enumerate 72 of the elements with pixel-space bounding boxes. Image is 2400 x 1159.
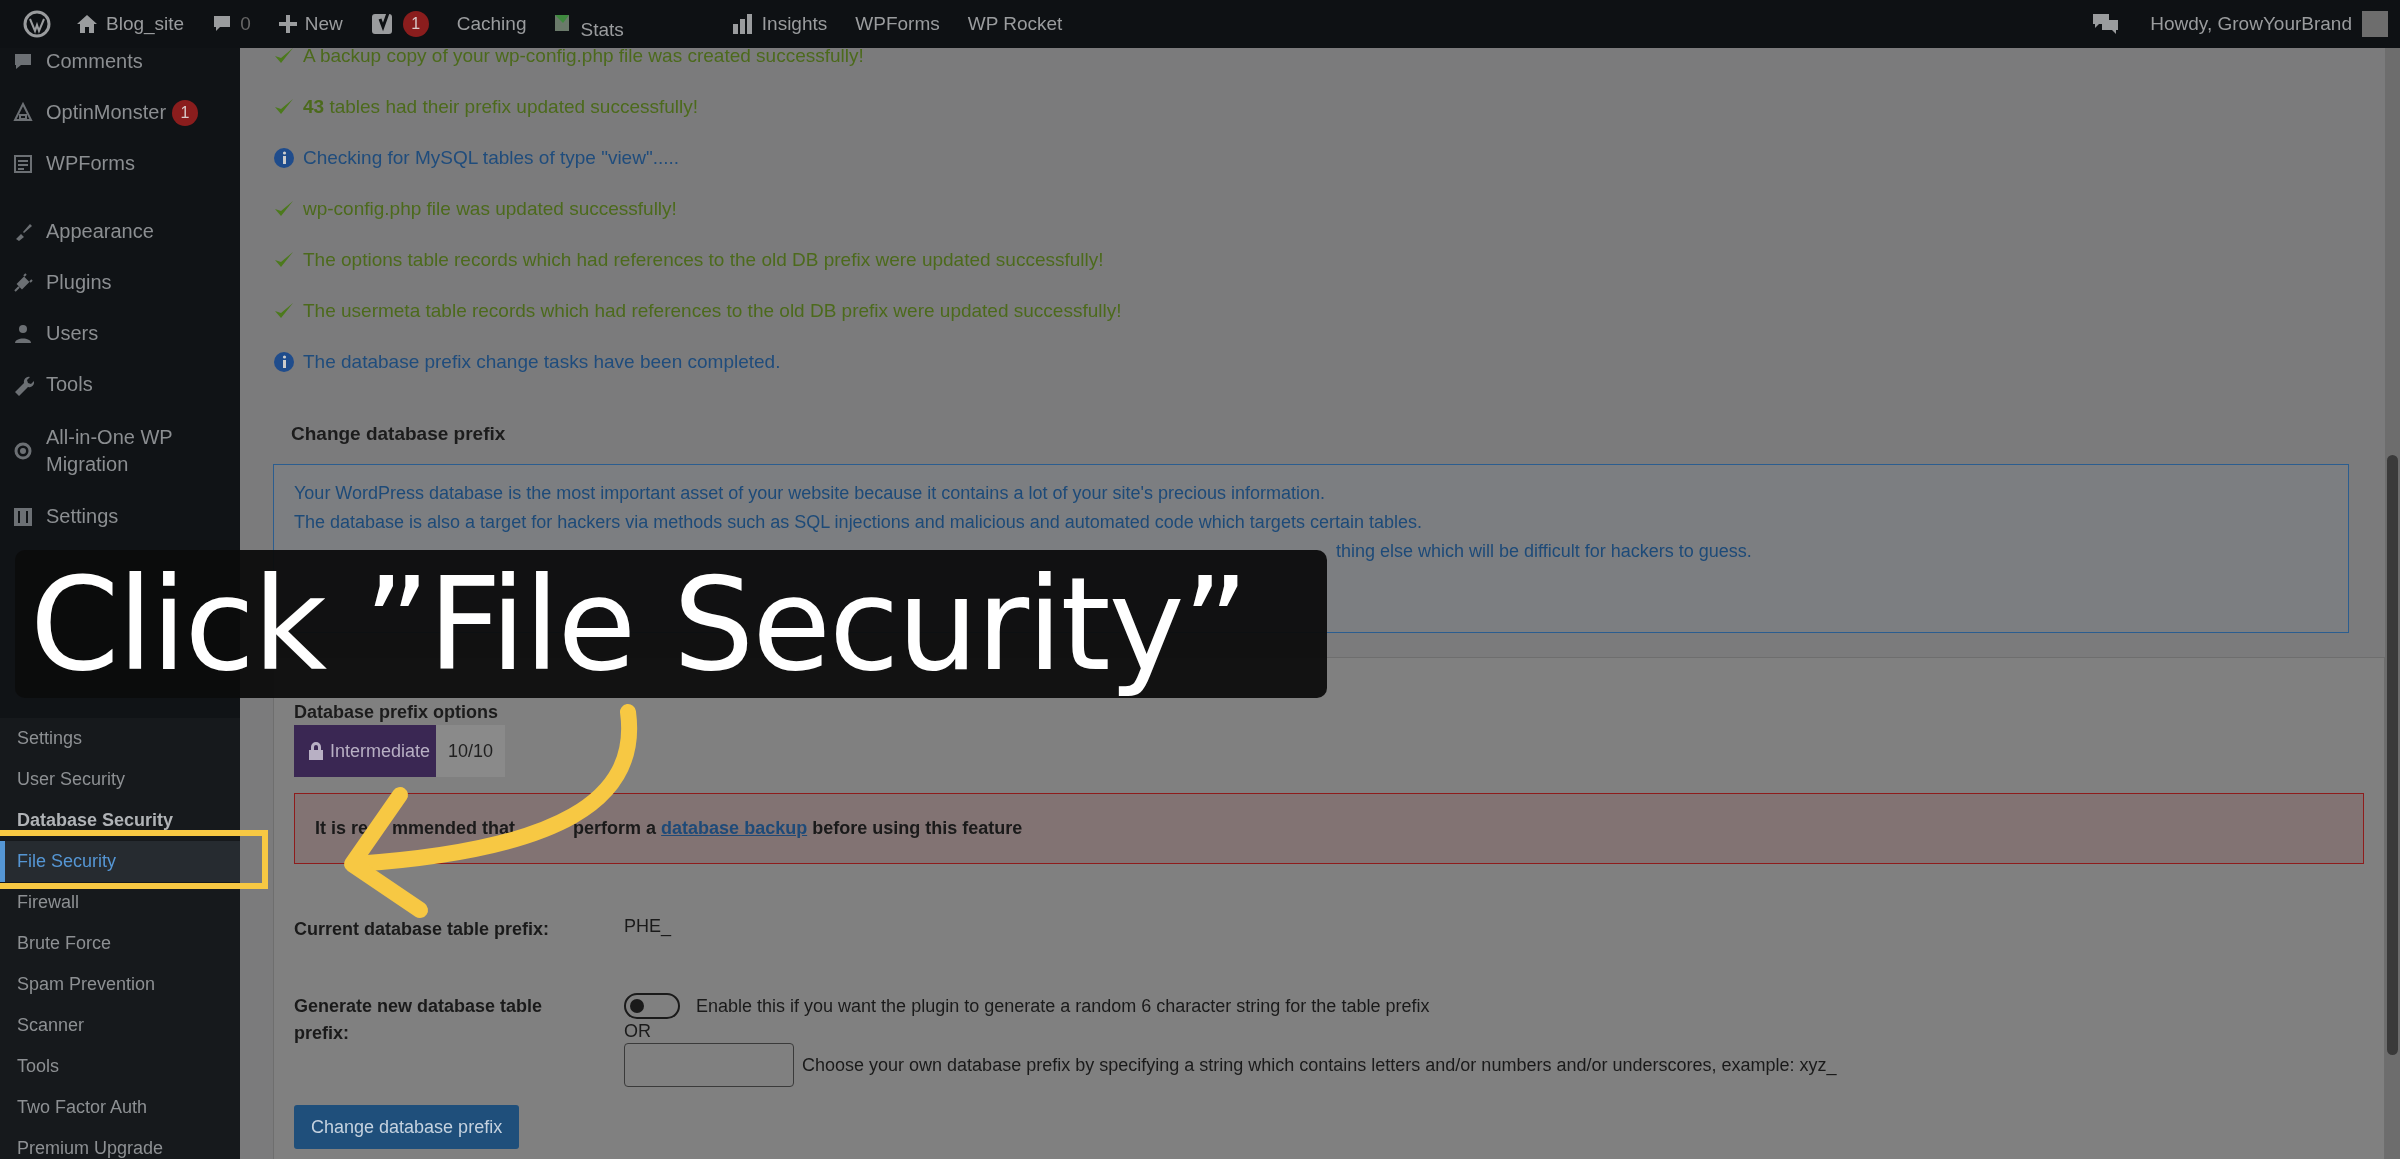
hint-text: Choose your own database prefix by specifying a string which contains letters and/or numbers and/or underscores, example: xyz_ bbox=[802, 1054, 1837, 1076]
status-message: Checking for MySQL tables of type "view"..... bbox=[303, 146, 680, 169]
submenu-item[interactable]: Firewall bbox=[0, 882, 240, 923]
toolbar-link[interactable]: Stats bbox=[540, 0, 638, 48]
submenu-item[interactable]: Spam Prevention bbox=[0, 964, 240, 1005]
warning-text: It is re bbox=[315, 818, 369, 839]
toolbar-link[interactable]: Insights bbox=[717, 0, 842, 48]
scrollbar[interactable] bbox=[2385, 48, 2400, 1159]
menu-item[interactable]: OptinMonster 1 bbox=[0, 87, 240, 138]
menu-item[interactable]: WPForms bbox=[0, 138, 240, 189]
section-title: Change database prefix bbox=[291, 423, 507, 445]
info-text: Your WordPress database is the most important asset of your website because it contains a lot of your site's precious information. bbox=[294, 482, 1326, 505]
new-link[interactable]: New bbox=[264, 0, 357, 48]
callout-banner: Click ”File Security” bbox=[15, 550, 1327, 698]
comment-icon bbox=[212, 14, 233, 34]
submenu-item[interactable]: Premium Upgrade bbox=[0, 1128, 240, 1159]
submenu-item[interactable]: Brute Force bbox=[0, 923, 240, 964]
toolbar-link[interactable]: WPForms bbox=[841, 0, 954, 48]
site-link[interactable]: Blog_site bbox=[62, 0, 199, 48]
user-icon bbox=[12, 322, 34, 345]
or-text: OR bbox=[624, 1020, 652, 1043]
greeting-text[interactable]: Howdy, GrowYourBrand bbox=[2150, 13, 2352, 35]
chat-icon[interactable] bbox=[2092, 12, 2121, 36]
status-message: A backup copy of your wp-config.php file was created successfully! bbox=[303, 48, 864, 67]
warning-text: before using this feature bbox=[811, 818, 1023, 839]
submenu-item[interactable]: File Security bbox=[0, 841, 240, 882]
info-icon bbox=[273, 146, 295, 169]
plus-icon bbox=[278, 15, 297, 33]
form-icon bbox=[12, 152, 34, 175]
info-icon bbox=[273, 350, 295, 373]
submenu-item[interactable]: Scanner bbox=[0, 1005, 240, 1046]
menu-item[interactable]: Settings bbox=[0, 491, 240, 542]
menu-item[interactable]: Comments bbox=[0, 48, 240, 87]
comments-link[interactable]: 0 bbox=[198, 0, 265, 48]
info-text: thing else which will be difficult for hackers to guess. bbox=[1336, 540, 1753, 563]
toggle-switch[interactable] bbox=[624, 993, 680, 1019]
status-message: The database prefix change tasks have been completed. bbox=[303, 350, 781, 373]
status-message: 43 tables had their prefix updated successfully! bbox=[303, 95, 699, 118]
submenu-item[interactable]: Settings bbox=[0, 718, 240, 759]
level-badge: Intermediate bbox=[294, 725, 437, 777]
home-icon bbox=[76, 14, 98, 34]
warning-text: mmended that bbox=[392, 818, 516, 839]
notification-badge: 1 bbox=[172, 99, 199, 126]
submenu-item[interactable]: Two Factor Auth bbox=[0, 1087, 240, 1128]
field-label: Generate new database table prefix: bbox=[294, 995, 544, 1045]
submenu-item[interactable]: Tools bbox=[0, 1046, 240, 1087]
status-message: The usermeta table records which had references to the old DB prefix were updated successfully! bbox=[303, 299, 1122, 322]
change-prefix-button[interactable]: Change database prefix bbox=[294, 1105, 520, 1149]
field-label: Current database table prefix: bbox=[294, 918, 551, 941]
bar-chart-icon bbox=[731, 14, 754, 34]
menu-item[interactable]: Tools bbox=[0, 359, 240, 410]
submenu-item[interactable]: Database Security bbox=[0, 800, 240, 841]
info-text: The database is also a target for hackers via methods such as SQL injections and malicious and automated code which targets certain tables. bbox=[294, 511, 1423, 534]
toolbar-link[interactable]: Caching bbox=[442, 0, 541, 48]
panel-title: Database prefix options bbox=[294, 702, 500, 723]
yoast-icon[interactable] bbox=[370, 11, 395, 37]
menu-item[interactable]: Appearance bbox=[0, 206, 240, 257]
menu-item[interactable]: Users bbox=[0, 308, 240, 359]
score-badge: 10/10 bbox=[436, 725, 506, 777]
menu-item[interactable]: Plugins bbox=[0, 257, 240, 308]
lock-icon bbox=[308, 741, 324, 761]
warning-text: perform a bbox=[573, 818, 658, 839]
prefix-input[interactable] bbox=[624, 1043, 794, 1087]
plug-icon bbox=[12, 271, 34, 294]
prefix-value: PHE_ bbox=[624, 916, 672, 939]
submenu-item[interactable]: User Security bbox=[0, 759, 240, 800]
status-message: The options table records which had references to the old DB prefix were updated successfully! bbox=[303, 248, 1104, 271]
status-message: wp-config.php file was updated successfully! bbox=[303, 197, 677, 220]
menu-item[interactable]: All-in-One WP Migration bbox=[0, 410, 220, 491]
notification-badge: 1 bbox=[402, 11, 429, 37]
toggle-label: Enable this if you want the plugin to generate a random 6 character string for the table prefix bbox=[696, 995, 1430, 1017]
toolbar-link[interactable]: WP Rocket bbox=[953, 0, 1077, 48]
